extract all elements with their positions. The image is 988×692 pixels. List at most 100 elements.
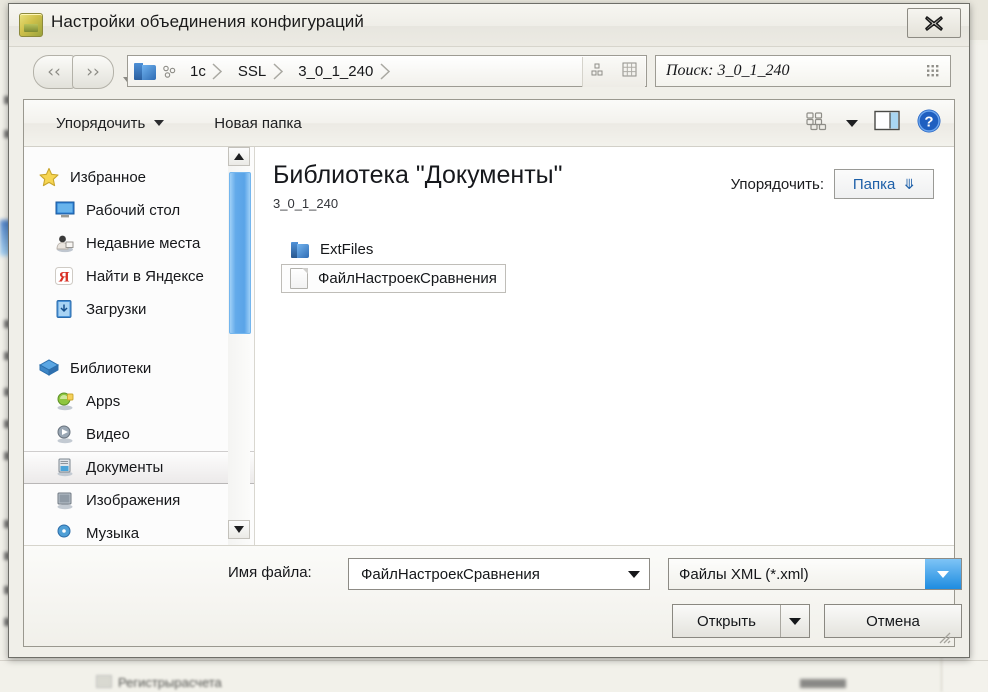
scroll-down-arrow-icon: [234, 526, 244, 533]
sidebar-item-video[interactable]: Видео: [24, 418, 254, 451]
nav-group-libraries: Библиотеки Apps Видео Документы Изображе…: [24, 352, 254, 545]
sidebar-item-downloads[interactable]: Загрузки: [24, 293, 254, 326]
sidebar-item-favorites[interactable]: Избранное: [24, 161, 254, 194]
search-input[interactable]: [666, 62, 916, 80]
breadcrumb[interactable]: 1c SSL 3_0_1_240: [127, 55, 647, 87]
file-name-combobox[interactable]: [348, 558, 650, 590]
sidebar-item-libraries[interactable]: Библиотеки: [24, 352, 254, 385]
breadcrumb-tools: [582, 57, 645, 87]
command-bar-right-tools: ?: [806, 100, 942, 146]
resize-grip-icon[interactable]: [936, 629, 952, 645]
breadcrumb-item-0[interactable]: 1c: [180, 56, 208, 86]
downloads-icon: [54, 299, 76, 320]
organize-button[interactable]: Упорядочить: [46, 108, 174, 138]
background-list-icon: [96, 675, 112, 688]
dialog-title: Настройки объединения конфигураций: [51, 12, 364, 31]
sidebar-item-yandex[interactable]: Я Найти в Яндексе: [24, 260, 254, 293]
list-item[interactable]: ExtFiles: [281, 235, 382, 264]
breadcrumb-item-2[interactable]: 3_0_1_240: [288, 56, 375, 86]
search-grip-icon: [916, 63, 950, 80]
sort-icon[interactable]: [591, 62, 606, 82]
scroll-up-button[interactable]: [228, 147, 250, 166]
yandex-icon: Я: [54, 266, 76, 287]
close-icon: [925, 15, 943, 31]
grid-icon[interactable]: [622, 62, 637, 82]
breadcrumb-separator: [375, 62, 395, 80]
folder-icon: [134, 62, 158, 81]
navigation-buttons: ‹‹ ››: [33, 55, 131, 89]
arrange-dropdown-button[interactable]: Папка ⤋: [834, 169, 934, 199]
file-type-value: Файлы XML (*.xml): [679, 565, 809, 583]
svg-text:Я: Я: [59, 270, 70, 286]
file-type-dropdown-button[interactable]: [925, 559, 961, 589]
desktop-icon: [54, 200, 76, 221]
caret-down-icon: [937, 570, 949, 578]
view-mode-icon[interactable]: [806, 111, 830, 136]
new-folder-button[interactable]: Новая папка: [204, 108, 311, 138]
caret-down-icon: [789, 617, 801, 625]
sidebar-label-desktop: Рабочий стол: [86, 202, 181, 219]
share-nodes-icon: [158, 64, 180, 79]
pictures-library-icon: [54, 490, 76, 511]
sidebar-item-documents[interactable]: Документы: [24, 451, 254, 484]
arrange-control: Упорядочить: Папка ⤋: [731, 169, 934, 199]
sidebar-item-music[interactable]: Музыка: [24, 517, 254, 545]
sidebar-label-favorites: Избранное: [70, 169, 147, 186]
document-icon: [290, 268, 308, 289]
sidebar-label-video: Видео: [86, 426, 130, 443]
sidebar-label-libraries: Библиотеки: [70, 360, 152, 377]
dialog-title-bar: Настройки объединения конфигураций: [9, 4, 969, 47]
sidebar-label-yandex: Найти в Яндексе: [86, 268, 204, 285]
scroll-down-button[interactable]: [228, 520, 250, 539]
file-name-label: Имя файла:: [228, 564, 312, 581]
file-name-input[interactable]: [359, 564, 619, 584]
file-type-combobox[interactable]: Файлы XML (*.xml): [668, 558, 962, 590]
app-icon: [19, 13, 43, 37]
arrange-value: Папка: [852, 175, 896, 193]
documents-library-icon: [54, 457, 76, 478]
caret-down-icon[interactable]: [846, 119, 858, 127]
new-folder-label: Новая папка: [214, 114, 302, 132]
sidebar-label-apps: Apps: [86, 393, 121, 410]
breadcrumb-item-1[interactable]: SSL: [228, 56, 268, 86]
help-icon[interactable]: ?: [916, 108, 942, 139]
breadcrumb-separator: [268, 62, 288, 80]
sidebar-item-desktop[interactable]: Рабочий стол: [24, 194, 254, 227]
list-item[interactable]: ФайлНастроекСравнения: [281, 264, 506, 293]
forward-button[interactable]: ››: [72, 55, 114, 89]
open-label: Открыть: [697, 612, 756, 630]
video-library-icon: [54, 424, 76, 445]
sidebar-label-pictures: Изображения: [86, 492, 181, 509]
scrollbar-thumb[interactable]: [229, 172, 251, 334]
search-box[interactable]: [655, 55, 951, 87]
navigation-scrollbar[interactable]: [228, 147, 251, 545]
close-button[interactable]: [907, 8, 961, 38]
sidebar-label-downloads: Загрузки: [86, 301, 147, 318]
folder-icon: [290, 240, 310, 260]
sidebar-item-pictures[interactable]: Изображения: [24, 484, 254, 517]
command-bar: Упорядочить Новая папка ?: [24, 100, 954, 147]
back-button[interactable]: ‹‹: [33, 55, 75, 89]
sidebar-item-recent-places[interactable]: Недавние места: [24, 227, 254, 260]
forward-chevron-icon: ››: [86, 61, 100, 82]
library-header: Библиотека "Документы" 3_0_1_240 Упорядо…: [255, 147, 954, 225]
caret-down-icon: [154, 120, 165, 126]
explorer-panes: Избранное Рабочий стол Недавние места Я …: [24, 147, 954, 545]
background-status-right: [800, 679, 846, 688]
navigation-pane: Избранное Рабочий стол Недавние места Я …: [24, 147, 254, 545]
sidebar-label-recent-places: Недавние места: [86, 235, 201, 252]
open-file-dialog: Настройки объединения конфигураций ‹‹ ››: [8, 3, 970, 658]
open-button[interactable]: Открыть: [672, 604, 810, 638]
sidebar-item-apps[interactable]: Apps: [24, 385, 254, 418]
open-split-dropdown-button[interactable]: [780, 605, 809, 637]
preview-pane-icon[interactable]: [874, 110, 900, 137]
sidebar-label-music: Музыка: [86, 525, 140, 542]
file-name-dropdown-button[interactable]: [619, 559, 649, 589]
address-bar-row: ‹‹ ›› 1c SSL 3_0_1_240 Поиск: 3_0_1_240: [9, 47, 969, 93]
star-icon: [38, 167, 60, 188]
background-status-text: Регистрырасчета: [118, 675, 222, 690]
organize-label: Упорядочить: [56, 114, 146, 132]
libraries-icon: [38, 358, 60, 379]
music-library-icon: [54, 523, 76, 544]
arrange-label: Упорядочить:: [730, 175, 824, 193]
